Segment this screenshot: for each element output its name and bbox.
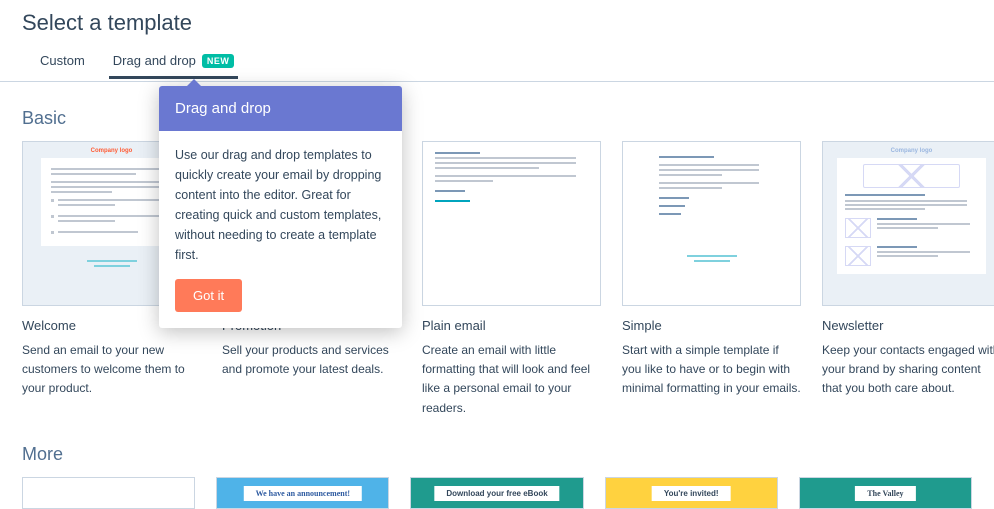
section-title-more: More [0,418,994,477]
onboarding-popover: Drag and drop Use our drag and drop temp… [159,86,402,328]
template-title: Plain email [422,318,601,333]
template-desc: Sell your products and services and prom… [222,341,401,379]
template-desc: Send an email to your new customers to w… [22,341,201,399]
more-card-label: The Valley [855,486,915,502]
template-desc: Create an email with little formatting t… [422,341,601,418]
template-desc: Keep your contacts engaged with your bra… [822,341,994,399]
tab-drag-and-drop-label: Drag and drop [113,53,196,68]
template-card-newsletter: Company logo Newsletter Keep your contac… [822,141,994,418]
more-card-0[interactable] [22,477,195,509]
template-thumb-simple[interactable] [622,141,801,306]
template-thumb-plain-email[interactable] [422,141,601,306]
more-card-label: We have an announcement! [244,486,362,502]
template-desc: Start with a simple template if you like… [622,341,801,399]
section-title-basic: Basic [0,82,994,141]
more-card-label: Download your free eBook [434,486,559,502]
more-card-ebook[interactable]: Download your free eBook [410,477,583,509]
template-title: Simple [622,318,801,333]
tab-custom[interactable]: Custom [40,53,85,78]
tabs: Custom Drag and drop NEW [0,50,994,82]
thumb-hero-title [845,194,925,196]
popover-title: Drag and drop [159,86,402,131]
template-card-plain-email: Plain email Create an email with little … [422,141,601,418]
thumb-logo-text: Company logo [823,142,994,158]
template-thumb-newsletter[interactable]: Company logo [822,141,994,306]
got-it-button[interactable]: Got it [175,279,242,312]
tab-drag-and-drop[interactable]: Drag and drop NEW [113,53,235,78]
template-card-simple: Simple Start with a simple template if y… [622,141,801,418]
page-title: Select a template [0,0,994,50]
new-badge: NEW [202,54,235,68]
more-card-invited[interactable]: You're invited! [605,477,778,509]
more-card-label: You're invited! [652,486,731,502]
template-grid-basic: Company logo Welcome Send an email to yo… [0,141,994,418]
tab-custom-label: Custom [40,53,85,68]
more-card-announcement[interactable]: We have an announcement! [216,477,389,509]
template-grid-more: We have an announcement! Download your f… [0,477,994,509]
popover-body: Use our drag and drop templates to quick… [175,145,386,265]
more-card-valley[interactable]: The Valley [799,477,972,509]
template-title: Newsletter [822,318,994,333]
